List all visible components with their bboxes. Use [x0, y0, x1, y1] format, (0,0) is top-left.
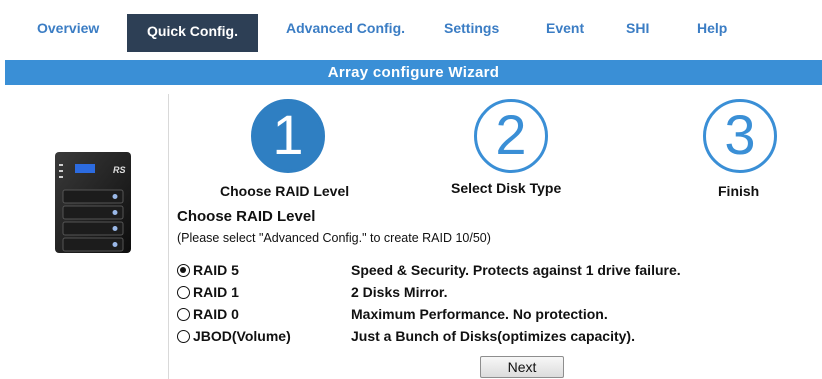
storage-device-image: RS: [55, 152, 131, 253]
next-button[interactable]: Next: [480, 356, 564, 378]
section-heading: Choose RAID Level: [177, 208, 316, 225]
tab-advanced-config[interactable]: Advanced Config.: [286, 20, 405, 50]
jbod-label[interactable]: JBOD(Volume): [193, 328, 291, 344]
step-1-label: Choose RAID Level: [220, 183, 350, 199]
step-3-label: Finish: [718, 183, 760, 199]
device-logo-text: RS: [113, 165, 126, 175]
raid5-label[interactable]: RAID 5: [193, 262, 239, 278]
wizard-title-bar: Array configure Wizard: [5, 60, 822, 85]
tab-settings[interactable]: Settings: [444, 20, 499, 50]
raid1-description: 2 Disks Mirror.: [351, 284, 448, 300]
raid-option-raid5[interactable]: RAID 5 Speed & Security. Protects agains…: [177, 262, 737, 282]
step-2-circle: 2: [474, 99, 548, 173]
pane-divider: [168, 94, 169, 379]
raid5-radio[interactable]: [177, 264, 190, 277]
raid0-radio[interactable]: [177, 308, 190, 321]
raid-option-jbod[interactable]: JBOD(Volume) Just a Bunch of Disks(optim…: [177, 328, 737, 348]
step-3-circle: 3: [703, 99, 777, 173]
raid-option-raid1[interactable]: RAID 1 2 Disks Mirror.: [177, 284, 737, 304]
jbod-radio[interactable]: [177, 330, 190, 343]
tab-quick-config[interactable]: Quick Config.: [127, 14, 258, 52]
raid0-description: Maximum Performance. No protection.: [351, 306, 608, 322]
tab-help[interactable]: Help: [697, 20, 727, 50]
raid1-radio[interactable]: [177, 286, 190, 299]
jbod-description: Just a Bunch of Disks(optimizes capacity…: [351, 328, 635, 344]
top-nav-tabs: Overview Quick Config. Advanced Config. …: [0, 0, 822, 52]
tab-shi[interactable]: SHI: [626, 20, 649, 50]
raid0-label[interactable]: RAID 0: [193, 306, 239, 322]
raid1-label[interactable]: RAID 1: [193, 284, 239, 300]
advanced-config-note: (Please select "Advanced Config." to cre…: [177, 231, 491, 245]
tab-event[interactable]: Event: [546, 20, 584, 50]
raid5-description: Speed & Security. Protects against 1 dri…: [351, 262, 681, 278]
tab-overview[interactable]: Overview: [37, 20, 99, 50]
raid-option-raid0[interactable]: RAID 0 Maximum Performance. No protectio…: [177, 306, 737, 326]
step-2-label: Select Disk Type: [451, 180, 562, 196]
step-1-circle: 1: [251, 99, 325, 173]
